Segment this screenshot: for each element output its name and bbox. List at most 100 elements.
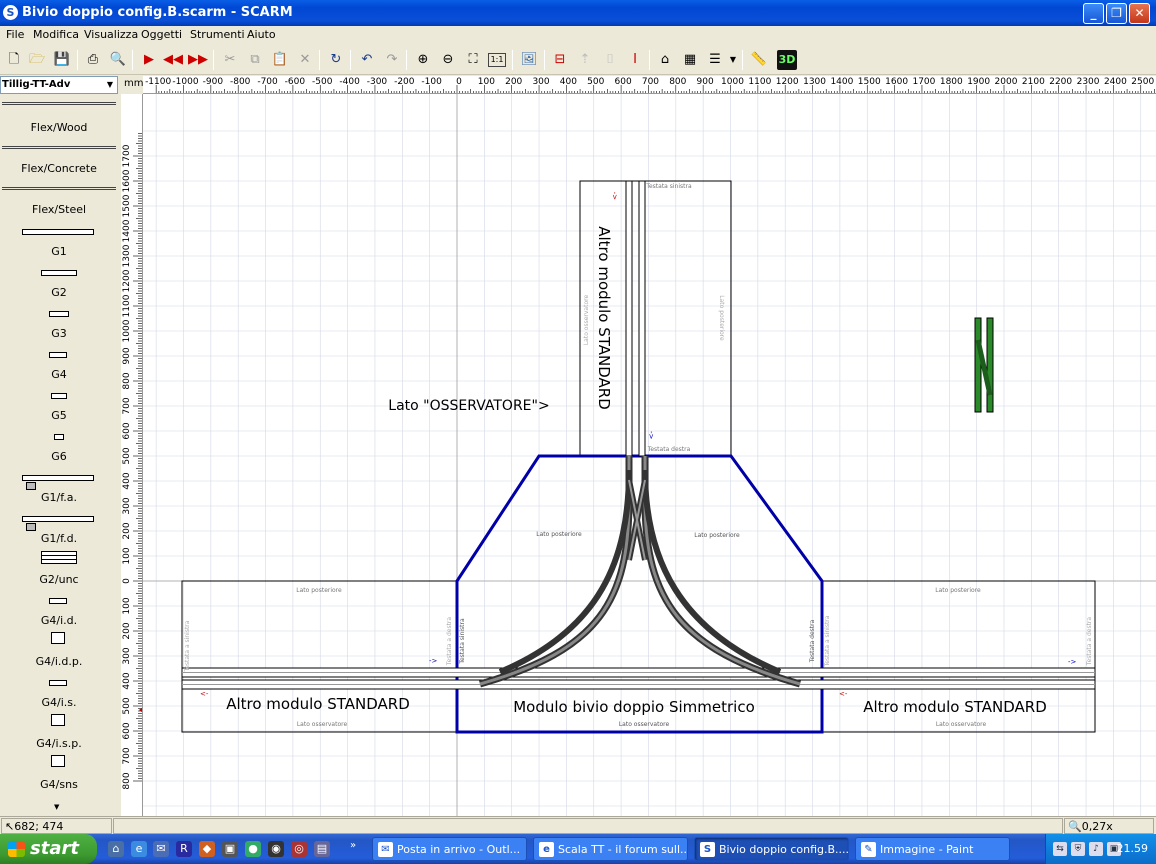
menu-modifica[interactable]: Modifica <box>33 28 79 41</box>
new-file-icon[interactable]: 🗋 <box>4 50 24 70</box>
delete-icon[interactable]: ✕ <box>295 50 315 70</box>
track-g2-icon[interactable] <box>41 270 77 276</box>
library-item-g6[interactable]: G6 <box>0 450 118 463</box>
library-item-g5[interactable]: G5 <box>0 409 118 422</box>
library-item-g1-fd[interactable]: G1/f.d. <box>0 532 118 545</box>
task-paint[interactable]: ✎ Immagine - Paint <box>855 837 1010 861</box>
redo-icon[interactable]: ↷ <box>382 50 402 70</box>
library-item-g1[interactable]: G1 <box>0 245 118 258</box>
print-preview-icon[interactable]: 🔍 <box>108 50 128 70</box>
app-icon[interactable]: S <box>3 5 18 20</box>
track-g4sns-icon[interactable] <box>51 755 65 767</box>
tray-network-icon[interactable]: ⇆ <box>1053 842 1067 856</box>
minimize-button[interactable]: _ <box>1083 3 1104 24</box>
track-g4-icon[interactable] <box>49 352 67 358</box>
track-g4isp-icon[interactable] <box>51 714 65 726</box>
library-item-g3[interactable]: G3 <box>0 327 118 340</box>
scroll-down-icon[interactable]: ▼ <box>54 803 59 811</box>
measure-icon[interactable]: 📏 <box>749 50 769 70</box>
layers-dropdown-icon[interactable]: ▼ <box>727 50 739 70</box>
menu-visualizza[interactable]: Visualizza <box>84 28 138 41</box>
library-item-g4[interactable]: G4 <box>0 368 118 381</box>
quicklaunch-media-icon[interactable]: ● <box>245 841 261 857</box>
quicklaunch-app3-icon[interactable]: ▣ <box>222 841 238 857</box>
quicklaunch-outlook-icon[interactable]: ✉ <box>153 841 169 857</box>
track-vertical-2[interactable] <box>638 180 646 457</box>
library-item-g2-unc[interactable]: G2/unc <box>0 573 118 586</box>
zoom-actual-size-icon[interactable]: 1:1 <box>488 53 506 67</box>
undo-icon[interactable]: ↶ <box>357 50 377 70</box>
isolate-icon[interactable]: Ⅰ <box>625 50 645 70</box>
track-g6-icon[interactable] <box>54 434 64 440</box>
library-item-g4-sns[interactable]: G4/sns <box>0 778 118 791</box>
menu-strumenti[interactable]: Strumenti <box>190 28 245 41</box>
library-item-g4-is[interactable]: G4/i.s. <box>0 696 118 709</box>
join-track-icon[interactable]: ⇡ <box>575 50 595 70</box>
quicklaunch-overflow[interactable]: » <box>350 840 356 851</box>
library-item-g2[interactable]: G2 <box>0 286 118 299</box>
close-button[interactable]: ✕ <box>1129 3 1150 24</box>
track-g1-icon[interactable] <box>22 229 94 235</box>
menu-aiuto[interactable]: Aiuto <box>247 28 276 41</box>
copy-icon[interactable]: ⧉ <box>245 50 265 70</box>
quicklaunch-explorer-icon[interactable]: ⌂ <box>108 841 124 857</box>
zoom-out-icon[interactable]: ⊖ <box>438 50 458 70</box>
platform-icon[interactable]: ▦ <box>680 50 700 70</box>
rotate-icon[interactable]: ↻ <box>326 50 346 70</box>
open-folder-icon[interactable]: 🗁 <box>27 50 47 70</box>
track-vertical-1[interactable] <box>625 180 633 457</box>
cut-icon[interactable]: ✂ <box>220 50 240 70</box>
play-icon[interactable]: ▶ <box>139 50 159 70</box>
quicklaunch-app6-icon[interactable]: ▤ <box>314 841 330 857</box>
track-g4is-icon[interactable] <box>49 680 67 686</box>
forward-icon[interactable]: ▶▶ <box>188 50 208 70</box>
library-item-g4-isp[interactable]: G4/i.s.p. <box>0 737 118 750</box>
task-scarm[interactable]: S Bivio doppio config.B.... <box>694 837 849 861</box>
zoom-in-icon[interactable]: ⊕ <box>413 50 433 70</box>
view-3d-button[interactable]: 3D <box>777 50 797 70</box>
chevron-down-icon[interactable]: ▼ <box>104 78 116 92</box>
menu-file[interactable]: File <box>6 28 24 41</box>
paste-icon[interactable]: 📋 <box>270 50 290 70</box>
curve-track-left-inner[interactable] <box>498 469 632 675</box>
start-button[interactable]: start <box>0 834 97 864</box>
rewind-icon[interactable]: ◀◀ <box>163 50 183 70</box>
library-item-flex-wood[interactable]: Flex/Wood <box>0 121 118 134</box>
print-icon[interactable]: ⎙ <box>83 50 103 70</box>
track-g3-icon[interactable] <box>49 311 69 317</box>
quicklaunch-app4-icon[interactable]: ◉ <box>268 841 284 857</box>
track-g2unc-icon[interactable] <box>41 551 77 564</box>
cut-track-icon[interactable]: ⊟ <box>550 50 570 70</box>
quicklaunch-app-icon[interactable]: R <box>176 841 192 857</box>
menu-oggetti[interactable]: Oggetti <box>141 28 182 41</box>
track-g1fa-icon[interactable] <box>22 475 94 481</box>
library-selector[interactable]: Tillig-TT-Adv ▼ <box>0 76 118 94</box>
track-g5-icon[interactable] <box>51 393 67 399</box>
title-bar[interactable]: S Bivio doppio config.B.scarm - SCARM _ … <box>0 0 1156 26</box>
track-g4idp-icon[interactable] <box>51 632 65 644</box>
tray-security-icon[interactable]: ⛨ <box>1071 842 1085 856</box>
background-image-icon[interactable]: 🖼 <box>519 50 539 70</box>
quicklaunch-app2-icon[interactable]: ◆ <box>199 841 215 857</box>
task-outlook[interactable]: ✉ Posta in arrivo - Outl... <box>372 837 527 861</box>
tray-volume-icon[interactable]: ♪ <box>1089 842 1103 856</box>
library-item-g4-id[interactable]: G4/i.d. <box>0 614 118 627</box>
flex-track-icon[interactable]: ⌷ <box>600 50 620 70</box>
maximize-button[interactable]: ❐ <box>1106 3 1127 24</box>
curve-track-right-inner[interactable] <box>642 469 782 675</box>
layout-drawing[interactable]: Altro modulo STANDARD Modulo bivio doppi… <box>143 94 1156 816</box>
quicklaunch-app5-icon[interactable]: ◎ <box>291 841 307 857</box>
curve-track-right-outer[interactable] <box>641 456 801 688</box>
quicklaunch-ie-icon[interactable]: e <box>131 841 147 857</box>
switch-element[interactable] <box>974 317 994 413</box>
bridge-icon[interactable]: ⌂ <box>655 50 675 70</box>
track-g4id-icon[interactable] <box>49 598 67 604</box>
layers-icon[interactable]: ☰ <box>705 50 725 70</box>
library-item-g1-fa[interactable]: G1/f.a. <box>0 491 118 504</box>
task-browser[interactable]: e Scala TT - il forum sull... <box>533 837 688 861</box>
library-item-g4-idp[interactable]: G4/i.d.p. <box>0 655 118 668</box>
curve-track-left-outer[interactable] <box>479 456 633 688</box>
drawing-canvas[interactable]: Altro modulo STANDARD Modulo bivio doppi… <box>143 94 1156 816</box>
library-item-flex-steel[interactable]: Flex/Steel <box>0 203 118 216</box>
library-item-flex-concrete[interactable]: Flex/Concrete <box>0 162 118 175</box>
